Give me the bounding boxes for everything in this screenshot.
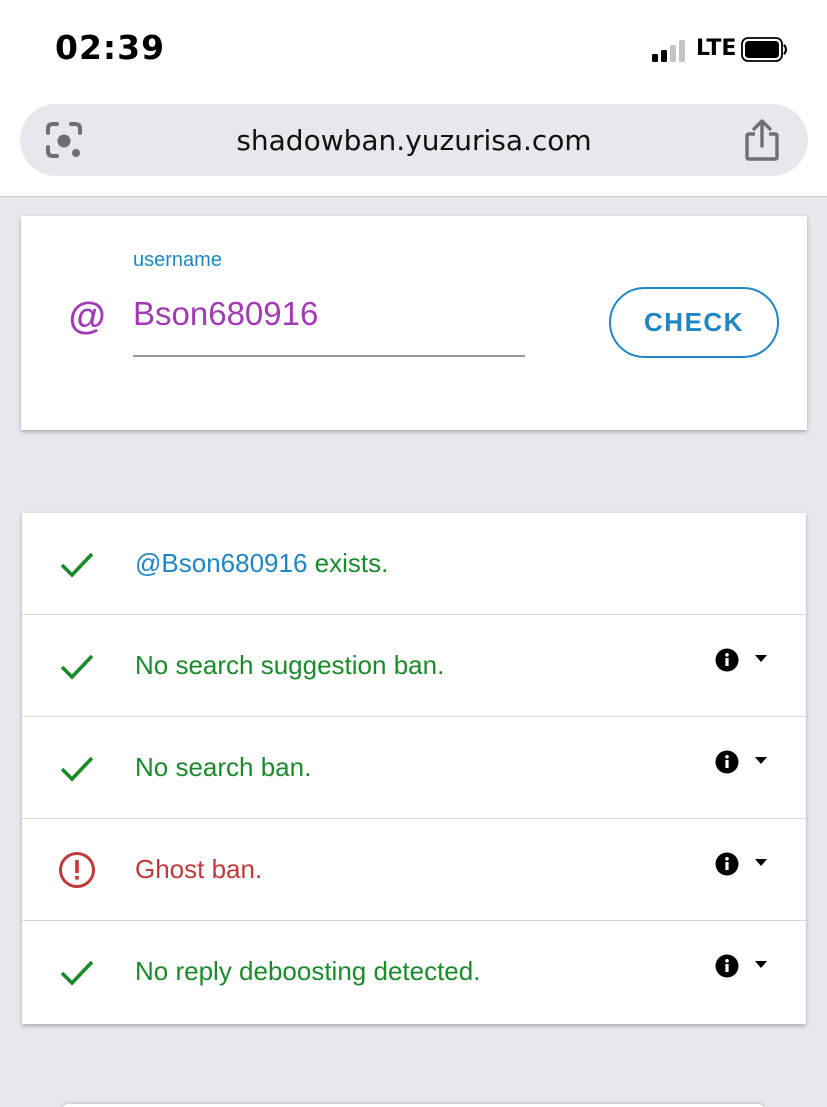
result-row-search-ban[interactable]: No search ban.	[22, 717, 806, 819]
result-exists-text: exists.	[307, 548, 389, 578]
chevron-down-icon[interactable]	[755, 961, 767, 969]
alert-circle-icon	[59, 852, 95, 888]
signal-strength-icon	[652, 38, 690, 62]
check-icon	[60, 756, 94, 782]
at-sign-icon: @	[68, 296, 106, 338]
network-type: LTE	[696, 36, 737, 61]
check-icon	[60, 552, 94, 578]
url-text[interactable]: shadowban.yuzurisa.com	[20, 124, 808, 157]
check-icon	[60, 960, 94, 986]
results-card: @Bson680916 exists. No search suggestion…	[22, 513, 806, 1024]
battery-icon	[741, 37, 788, 62]
status-bar: 02:39 LTE	[0, 0, 827, 100]
result-text: No search suggestion ban.	[135, 650, 445, 680]
result-row-search-suggestion[interactable]: No search suggestion ban.	[22, 615, 806, 717]
info-icon[interactable]	[715, 750, 739, 774]
username-label: username	[133, 249, 222, 271]
result-row-ghost-ban[interactable]: Ghost ban.	[22, 819, 806, 921]
chevron-down-icon[interactable]	[755, 859, 767, 867]
chevron-down-icon[interactable]	[755, 655, 767, 663]
share-icon[interactable]	[742, 118, 782, 162]
info-icon[interactable]	[715, 852, 739, 876]
check-button[interactable]: CHECK	[609, 287, 779, 358]
chevron-down-icon[interactable]	[755, 757, 767, 765]
info-icon[interactable]	[715, 954, 739, 978]
address-bar[interactable]: shadowban.yuzurisa.com	[20, 104, 808, 176]
page-content: username @ Bson680916 CHECK @Bson680916 …	[0, 197, 827, 1107]
result-text: No search ban.	[135, 752, 312, 782]
username-form-card: username @ Bson680916 CHECK	[21, 216, 807, 430]
result-text: Ghost ban.	[135, 854, 263, 884]
result-text: No reply deboosting detected.	[135, 956, 481, 986]
username-input[interactable]: Bson680916	[133, 295, 318, 333]
result-username[interactable]: @Bson680916	[135, 548, 307, 578]
result-row-exists[interactable]: @Bson680916 exists.	[22, 513, 806, 615]
info-icon[interactable]	[715, 648, 739, 672]
result-text: @Bson680916 exists.	[135, 548, 388, 579]
result-row-reply-deboosting[interactable]: No reply deboosting detected.	[22, 921, 806, 1023]
check-icon	[60, 654, 94, 680]
status-time: 02:39	[55, 28, 166, 67]
input-underline	[133, 355, 525, 357]
